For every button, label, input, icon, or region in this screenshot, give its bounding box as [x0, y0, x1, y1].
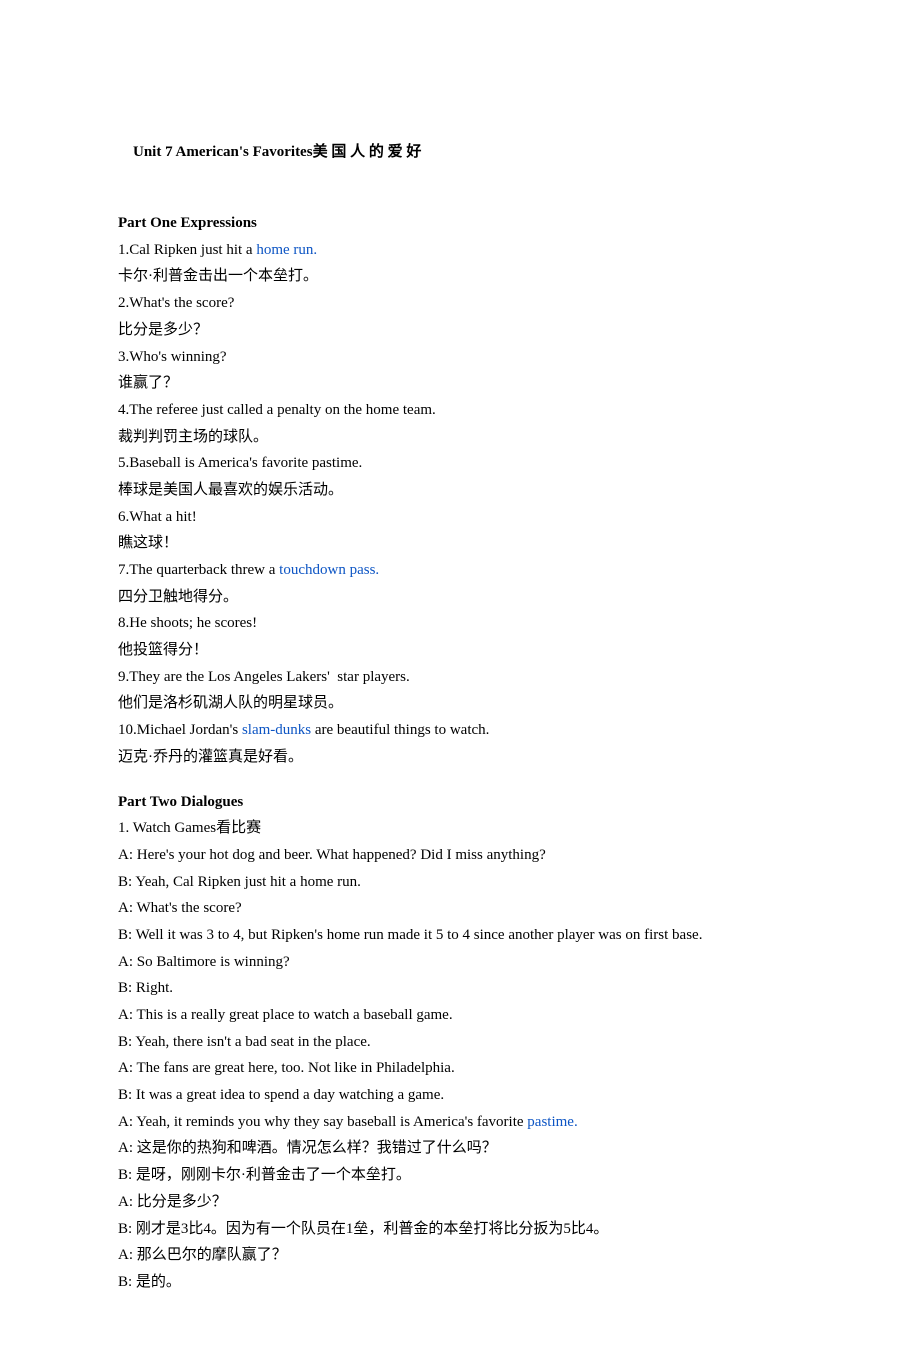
expr-line: 他们是洛杉矶湖人队的明星球员。: [118, 690, 802, 717]
dialog-line: B: 是呀，刚刚卡尔·利普金击了一个本垒打。: [118, 1162, 802, 1189]
document-page: Unit 7 American's Favorites美 国 人 的 爱 好 P…: [0, 0, 920, 1356]
expr-line: 棒球是美国人最喜欢的娱乐活动。: [118, 477, 802, 504]
expr-line: 1.Cal Ripken just hit a home run.: [118, 237, 802, 264]
dialog-line: A: 比分是多少？: [118, 1189, 802, 1216]
expr-line: 他投篮得分！: [118, 637, 802, 664]
expr-line: 10.Michael Jordan's slam-dunks are beaut…: [118, 717, 802, 744]
dialog-line: B: Right.: [118, 975, 802, 1002]
dialog-line: A: This is a really great place to watch…: [118, 1002, 802, 1029]
dialog-line: B: 刚才是3比4。因为有一个队员在1垒，利普金的本垒打将比分扳为5比4。: [118, 1216, 802, 1243]
dialog-line: B: Yeah, there isn't a bad seat in the p…: [118, 1029, 802, 1056]
text: 1.Cal Ripken just hit a: [118, 242, 256, 258]
dialog-line: A: What's the score?: [118, 895, 802, 922]
part-two-heading: Part Two Dialogues: [118, 789, 802, 816]
expr-line: 8.He shoots; he scores!: [118, 610, 802, 637]
expr-line: 谁赢了？: [118, 370, 802, 397]
text: A: Yeah, it reminds you why they say bas…: [118, 1114, 527, 1130]
dialog-line: A: So Baltimore is winning?: [118, 949, 802, 976]
expr-line: 4.The referee just called a penalty on t…: [118, 397, 802, 424]
dialogues-block: 1. Watch Games看比赛 A: Here's your hot dog…: [118, 815, 802, 1295]
unit-title: Unit 7 American's Favorites美 国 人 的 爱 好: [118, 112, 802, 192]
link-home-run[interactable]: home run.: [256, 242, 317, 258]
text: are beautiful things to watch.: [311, 722, 489, 738]
dialog-line: A: Here's your hot dog and beer. What ha…: [118, 842, 802, 869]
title-en: Unit 7 American's Favorites: [133, 144, 313, 160]
expr-line: 裁判判罚主场的球队。: [118, 424, 802, 451]
expr-line: 6.What a hit!: [118, 504, 802, 531]
expr-line: 3.Who's winning?: [118, 344, 802, 371]
part-one-heading: Part One Expressions: [118, 210, 802, 237]
link-touchdown-pass[interactable]: touchdown pass.: [279, 562, 379, 578]
dialog-line: B: 是的。: [118, 1269, 802, 1296]
dialog-line: 1. Watch Games看比赛: [118, 815, 802, 842]
expr-line: 5.Baseball is America's favorite pastime…: [118, 450, 802, 477]
expr-line: 2.What's the score?: [118, 290, 802, 317]
dialog-line: B: It was a great idea to spend a day wa…: [118, 1082, 802, 1109]
expr-line: 9.They are the Los Angeles Lakers' star …: [118, 664, 802, 691]
title-cn: 美 国 人 的 爱 好: [313, 144, 422, 160]
expr-line: 比分是多少？: [118, 317, 802, 344]
text: 10.Michael Jordan's: [118, 722, 242, 738]
link-pastime[interactable]: pastime.: [527, 1114, 577, 1130]
link-slam-dunks[interactable]: slam-dunks: [242, 722, 311, 738]
dialog-line: A: 这是你的热狗和啤酒。情况怎么样？我错过了什么吗？: [118, 1135, 802, 1162]
expr-line: 四分卫触地得分。: [118, 584, 802, 611]
dialog-line: A: Yeah, it reminds you why they say bas…: [118, 1109, 802, 1136]
expr-line: 卡尔·利普金击出一个本垒打。: [118, 263, 802, 290]
dialog-line: B: Well it was 3 to 4, but Ripken's home…: [118, 922, 802, 949]
expressions-block: 1.Cal Ripken just hit a home run. 卡尔·利普金…: [118, 237, 802, 771]
expr-line: 7.The quarterback threw a touchdown pass…: [118, 557, 802, 584]
dialog-line: B: Yeah, Cal Ripken just hit a home run.: [118, 869, 802, 896]
dialog-line: A: 那么巴尔的摩队赢了？: [118, 1242, 802, 1269]
dialog-line: A: The fans are great here, too. Not lik…: [118, 1055, 802, 1082]
expr-line: 瞧这球！: [118, 530, 802, 557]
text: 7.The quarterback threw a: [118, 562, 279, 578]
expr-line: 迈克·乔丹的灌篮真是好看。: [118, 744, 802, 771]
